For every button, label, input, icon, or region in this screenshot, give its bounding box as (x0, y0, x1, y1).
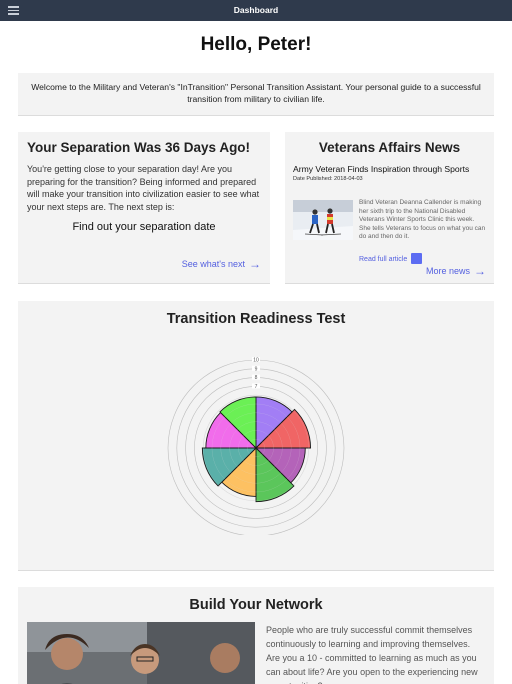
tick-label: 8 (255, 375, 258, 381)
news-headline[interactable]: Army Veteran Finds Inspiration through S… (293, 164, 486, 175)
network-photo (27, 622, 255, 684)
network-title: Build Your Network (189, 597, 323, 613)
network-body: People who are truly successful commit t… (266, 625, 478, 684)
news-title: Veterans Affairs News (318, 140, 461, 155)
welcome-text: Welcome to the Military and Veteran's "I… (31, 82, 481, 104)
separation-title: Your Separation Was 36 Days Ago! (27, 140, 251, 155)
welcome-card: Welcome to the Military and Veteran's "I… (18, 73, 494, 116)
news-date: Date Published: 2018-04-03 (293, 176, 363, 182)
next-step-text: Find out your separation date (72, 221, 216, 234)
arrow-right-icon: → (249, 257, 261, 271)
see-whats-next-link[interactable]: See what's next → (182, 257, 261, 271)
news-blurb: Blind Veteran Deanna Callender is making… (359, 199, 486, 241)
va-news-card: Veterans Affairs News Army Veteran Finds… (285, 132, 494, 284)
tick-label: 7 (255, 384, 258, 390)
arrow-right-icon: → (474, 264, 486, 278)
separation-card: Your Separation Was 36 Days Ago! You're … (18, 132, 270, 284)
readiness-card: Transition Readiness Test 10 9 8 7 (18, 301, 494, 571)
network-card: Build Your Network People who are truly … (18, 587, 494, 684)
see-whats-next-label: See what's next (181, 259, 245, 269)
news-thumbnail (293, 200, 353, 240)
greeting-heading: Hello, Peter! (200, 34, 312, 55)
separation-body: You're getting close to your separation … (27, 164, 260, 212)
top-app-bar: Dashboard (0, 0, 512, 21)
read-full-article-label: Read full article (359, 256, 408, 263)
more-news-label: More news (425, 266, 470, 276)
tick-label: 10 (253, 358, 259, 364)
external-link-icon (411, 253, 423, 264)
readiness-polar-chart: 10 9 8 7 (167, 357, 345, 535)
readiness-title: Transition Readiness Test (166, 311, 346, 327)
read-full-article-link[interactable]: Read full article (359, 253, 423, 264)
app-bar-title: Dashboard (233, 5, 279, 15)
more-news-link[interactable]: More news → (426, 264, 486, 278)
tick-label: 9 (255, 366, 258, 372)
